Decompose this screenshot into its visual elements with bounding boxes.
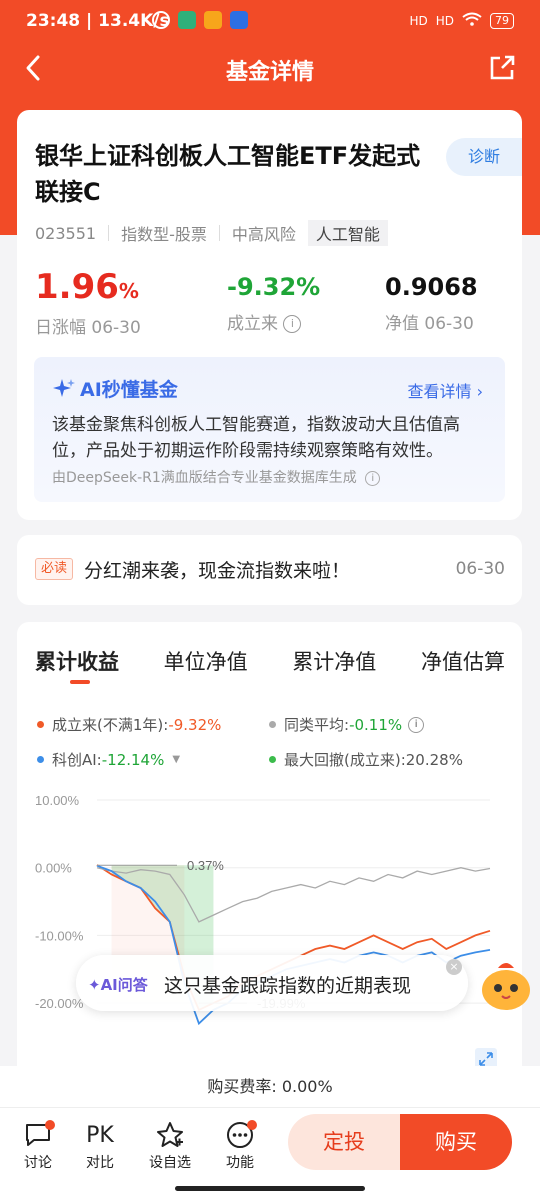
- fund-theme-tag[interactable]: 人工智能: [307, 220, 388, 246]
- info-icon[interactable]: i: [408, 716, 425, 733]
- home-indicator: [175, 1186, 365, 1191]
- tab-unit-nav[interactable]: 单位净值: [164, 646, 248, 676]
- legend-drawdown: 最大回撤(成立来): 20.28%: [269, 749, 463, 770]
- must-read-badge: 必读: [35, 558, 74, 580]
- legend-peer: 同类平均: -0.11% i: [269, 714, 425, 735]
- ai-summary-text: 该基金聚焦科创板人工智能赛道，指数波动大且估值高位，产品处于初期运作阶段需持续观…: [52, 415, 460, 461]
- nav-stat: 0.9068 净值 06-30: [385, 273, 478, 334]
- info-icon[interactable]: i: [283, 315, 302, 333]
- discuss-button[interactable]: 讨论: [13, 1118, 63, 1172]
- battery-icon: 79: [490, 12, 514, 29]
- chart-card: 累计收益 单位净值 累计净值 净值估算 成立来(不满1年): -9.32% 同类平…: [17, 622, 522, 1082]
- app-icon: [204, 11, 222, 29]
- tab-cumulative-nav[interactable]: 累计净值: [292, 646, 376, 676]
- since-inception-stat: -9.32% 成立来 i: [227, 273, 321, 334]
- news-title[interactable]: 分红潮来袭，现金流指数来啦！: [84, 556, 350, 583]
- purchase-fee: 购买费率: 0.00%: [0, 1066, 540, 1108]
- fund-card: 银华上证科创板人工智能ETF发起式联接C 诊断 023551 指数型-股票 中高…: [17, 110, 522, 520]
- fund-tags: 023551 指数型-股票 中高风险 人工智能: [35, 220, 388, 246]
- star-add-icon: [157, 1122, 183, 1147]
- y-tick-label: 10.00%: [35, 793, 80, 808]
- y-tick-label: 0.00%: [35, 861, 72, 876]
- alarm-icon: [152, 11, 170, 29]
- dropdown-icon[interactable]: ▼: [172, 754, 180, 765]
- news-card[interactable]: 必读 分红潮来袭，现金流指数来啦！ 06-30: [17, 535, 522, 605]
- pk-icon: PK: [86, 1122, 114, 1148]
- y-tick-label: -20.00%: [35, 996, 84, 1011]
- app-icon: [178, 11, 196, 29]
- signal-icon: HD: [409, 13, 428, 28]
- watchlist-button[interactable]: 设自选: [145, 1118, 195, 1172]
- sparkle-icon: [53, 378, 75, 397]
- page-title: 基金详情: [225, 60, 314, 85]
- day-change-stat: 1.96% 日涨幅 06-30: [35, 267, 141, 338]
- compare-button[interactable]: PK 对比: [75, 1118, 125, 1172]
- wifi-icon: [462, 12, 482, 29]
- chart-tabs: 累计收益 单位净值 累计净值 净值估算: [35, 646, 505, 676]
- legend-fund: 成立来(不满1年): -9.32%: [37, 714, 221, 735]
- fund-risk: 中高风险: [231, 225, 296, 244]
- signal-icon: HD: [435, 13, 454, 28]
- return-chart[interactable]: 10.00%0.00%-10.00%-20.00%0.37%-19.99%: [17, 792, 522, 1062]
- fixed-invest-button[interactable]: 定投: [288, 1114, 400, 1170]
- fund-code: 023551: [35, 223, 97, 243]
- info-icon[interactable]: i: [365, 470, 381, 486]
- app-icon: [230, 11, 248, 29]
- news-date: 06-30: [455, 559, 505, 579]
- mascot-icon[interactable]: [478, 958, 534, 1012]
- status-time: 23:48 | 13.4K/s: [26, 11, 170, 31]
- status-bar: 23:48 | 13.4K/s HD HD 79: [0, 0, 540, 44]
- diagnose-button[interactable]: 诊断: [446, 138, 522, 176]
- ai-summary-box[interactable]: AI秒懂基金 查看详情 › 该基金聚焦科创板人工智能赛道，指数波动大且估值高位，…: [34, 357, 505, 502]
- y-tick-label: -10.00%: [35, 928, 84, 943]
- annotation-label: 0.37%: [187, 858, 224, 873]
- tab-nav-estimate[interactable]: 净值估算: [421, 646, 505, 676]
- ai-qa-label: ✦AI问答: [88, 976, 148, 994]
- ai-qa-floater[interactable]: ✦AI问答 这只基金跟踪指数的近期表现 ×: [76, 955, 468, 1011]
- share-button[interactable]: [488, 54, 516, 86]
- ai-source: 由DeepSeek-R1满血版结合专业基金数据库生成 i: [52, 467, 381, 487]
- fund-name: 银华上证科创板人工智能ETF发起式联接C: [35, 142, 421, 206]
- ai-qa-text: 这只基金跟踪指数的近期表现: [164, 975, 412, 997]
- fund-type: 指数型-股票: [121, 225, 207, 244]
- close-icon[interactable]: ×: [446, 959, 462, 975]
- tab-cumulative-return[interactable]: 累计收益: [35, 646, 119, 676]
- legend-index[interactable]: 科创AI: -12.14% ▼: [37, 749, 180, 770]
- function-button[interactable]: 功能: [215, 1118, 265, 1172]
- nav-bar: 基金详情: [0, 44, 540, 92]
- buy-button[interactable]: 购买: [400, 1114, 512, 1170]
- active-tab-indicator: [70, 680, 90, 684]
- ai-summary-title: AI秒懂基金: [52, 375, 178, 402]
- ai-more-link[interactable]: 查看详情 ›: [408, 378, 484, 402]
